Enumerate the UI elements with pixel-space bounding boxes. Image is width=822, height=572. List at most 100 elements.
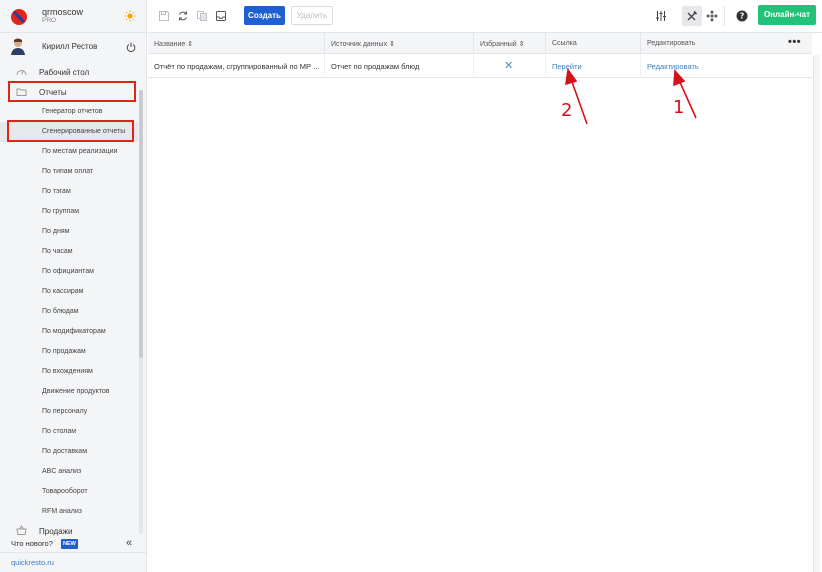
sidebar-scrollbar-thumb[interactable] xyxy=(139,90,143,358)
account-switcher[interactable]: qrmoscow PRO xyxy=(0,0,147,33)
sidebar-item-by-tables[interactable]: По столам xyxy=(0,422,138,442)
sidebar-item-label: По типам оплат xyxy=(42,168,94,175)
sidebar-item-label: По тэгам xyxy=(42,188,71,195)
column-header-label: Ссылка xyxy=(552,40,577,47)
sidebar-item-by-cashiers[interactable]: По кассирам xyxy=(0,282,138,302)
inbox-icon[interactable] xyxy=(215,10,227,22)
sidebar-item-by-dishes[interactable]: По блюдам xyxy=(0,302,138,322)
sidebar-item-label: RFM анализ xyxy=(42,508,82,515)
sidebar-item-by-occurrences[interactable]: По вхождениям xyxy=(0,362,138,382)
sidebar-item-label: По группам xyxy=(42,208,80,215)
column-header-name[interactable]: Название ⇕ xyxy=(148,33,325,54)
sidebar-item-by-waiters[interactable]: По официантам xyxy=(0,262,138,282)
svg-text:?: ? xyxy=(740,12,744,21)
sidebar-item-by-payment-types[interactable]: По типам оплат xyxy=(0,162,138,182)
sidebar-item-label: По кассирам xyxy=(42,288,84,295)
sidebar-item-label: По доставкам xyxy=(42,448,88,455)
sidebar-item-dashboard[interactable]: Рабочий стол xyxy=(0,62,138,82)
main-scrollbar[interactable] xyxy=(813,55,820,572)
sidebar-item-product-movement[interactable]: Движение продуктов xyxy=(0,382,138,402)
sidebar-item-by-days[interactable]: По дням xyxy=(0,222,138,242)
new-badge: NEW xyxy=(61,539,78,549)
sidebar-item-label: ABC анализ xyxy=(42,468,82,475)
cell-source: Отчет по продажам блюд xyxy=(325,55,474,78)
cell-favorite: ✕ xyxy=(474,55,546,78)
edit-report-link[interactable]: Редактировать xyxy=(647,62,699,71)
sidebar-item-label: По столам xyxy=(42,428,77,435)
whats-new-link[interactable]: Что нового? xyxy=(11,539,53,548)
sidebar-item-label: Продажи xyxy=(39,527,73,536)
report-source: Отчет по продажам блюд xyxy=(331,62,420,71)
highlight-reports-box xyxy=(8,81,136,102)
report-name: Отчёт по продажам, сгруппированный по МР… xyxy=(154,62,320,71)
sidebar-item-label: По персоналу xyxy=(42,408,88,415)
filter-sliders-icon[interactable] xyxy=(655,10,667,22)
sidebar-item-by-points-of-sale[interactable]: По местам реализации xyxy=(0,142,138,162)
save-icon[interactable] xyxy=(158,10,170,22)
sidebar-item-label: По часам xyxy=(42,248,73,255)
sidebar-item-by-staff[interactable]: По персоналу xyxy=(0,402,138,422)
sidebar-item-label: По официантам xyxy=(42,268,94,275)
favorite-toggle-icon[interactable]: ✕ xyxy=(504,59,513,72)
cell-link: Перейти xyxy=(546,55,641,78)
column-header-link: Ссылка xyxy=(546,33,641,54)
reports-table: Название ⇕ Источник данных ⇕ Избранный ⇕… xyxy=(148,33,822,572)
column-header-label: Название ⇕ xyxy=(154,41,194,48)
annotation-number-1: 1 xyxy=(673,97,685,118)
move-arrows-icon[interactable] xyxy=(706,10,718,22)
column-header-label: Избранный ⇕ xyxy=(480,41,525,48)
sidebar: qrmoscow PRO Кирилл Рестов Рабочий стол … xyxy=(0,0,147,572)
column-header-favorite[interactable]: Избранный ⇕ xyxy=(474,33,546,54)
site-link[interactable]: quickresto.ru xyxy=(11,558,54,567)
sidebar-item-by-hours[interactable]: По часам xyxy=(0,242,138,262)
tools-button[interactable] xyxy=(682,6,702,26)
column-header-source[interactable]: Источник данных ⇕ xyxy=(325,33,474,54)
theme-sun-icon[interactable] xyxy=(124,10,136,22)
sidebar-item-sales[interactable]: Продажи xyxy=(0,521,138,540)
sidebar-item-by-deliveries[interactable]: По доставкам xyxy=(0,442,138,462)
collapse-sidebar-icon[interactable]: « xyxy=(126,537,132,549)
sidebar-item-by-groups[interactable]: По группам xyxy=(0,202,138,222)
sidebar-item-label: По блюдам xyxy=(42,308,79,315)
refresh-icon[interactable] xyxy=(177,10,189,22)
dashboard-gauge-icon xyxy=(16,70,27,76)
sidebar-item-by-modifiers[interactable]: По модификаторам xyxy=(0,322,138,342)
column-header-label: Редактировать xyxy=(647,40,696,47)
sidebar-item-turnover[interactable]: Товарооборот xyxy=(0,482,138,502)
account-plan: PRO xyxy=(42,17,57,24)
open-report-link[interactable]: Перейти xyxy=(552,62,582,71)
create-button[interactable]: Создать xyxy=(244,6,285,25)
divider xyxy=(0,552,147,553)
sidebar-item-rfm-analysis[interactable]: RFM анализ xyxy=(0,502,138,522)
sidebar-item-by-sales[interactable]: По продажам xyxy=(0,342,138,362)
cell-name: Отчёт по продажам, сгруппированный по МР… xyxy=(148,55,325,78)
cell-edit: Редактировать xyxy=(641,55,812,78)
column-header-label: Источник данных ⇕ xyxy=(331,41,395,48)
toolbar: Создать Удалить ? Онлайн-чат xyxy=(148,0,822,33)
online-chat-button[interactable]: Онлайн-чат xyxy=(758,5,816,25)
table-row[interactable]: Отчёт по продажам, сгруппированный по МР… xyxy=(148,55,812,78)
sidebar-item-label: Движение продуктов xyxy=(42,388,110,395)
sidebar-item-report-generator[interactable]: Генератор отчетов xyxy=(0,102,138,122)
quickresto-logo-icon xyxy=(11,9,27,25)
delete-button[interactable]: Удалить xyxy=(291,6,333,25)
copy-icon[interactable] xyxy=(196,10,208,22)
sidebar-item-label: По местам реализации xyxy=(42,148,118,155)
sidebar-item-label: Рабочий стол xyxy=(39,68,90,77)
divider xyxy=(724,6,725,26)
sidebar-item-label: Генератор отчетов xyxy=(42,108,103,115)
tools-icon xyxy=(687,10,698,21)
sidebar-item-label: По вхождениям xyxy=(42,368,93,375)
avatar xyxy=(11,38,25,55)
help-icon[interactable]: ? xyxy=(736,10,748,22)
sidebar-item-abc-analysis[interactable]: ABC анализ xyxy=(0,462,138,482)
highlight-generated-reports-box xyxy=(7,120,134,142)
annotation-number-2: 2 xyxy=(561,100,573,121)
sidebar-item-label: По продажам xyxy=(42,348,86,355)
user-profile[interactable]: Кирилл Рестов xyxy=(0,34,147,59)
table-header: Название ⇕ Источник данных ⇕ Избранный ⇕… xyxy=(148,33,812,54)
logout-power-icon[interactable] xyxy=(126,42,136,52)
more-options-icon[interactable]: ••• xyxy=(788,36,801,48)
sidebar-item-label: По модификаторам xyxy=(42,328,106,335)
sidebar-item-by-tags[interactable]: По тэгам xyxy=(0,182,138,202)
